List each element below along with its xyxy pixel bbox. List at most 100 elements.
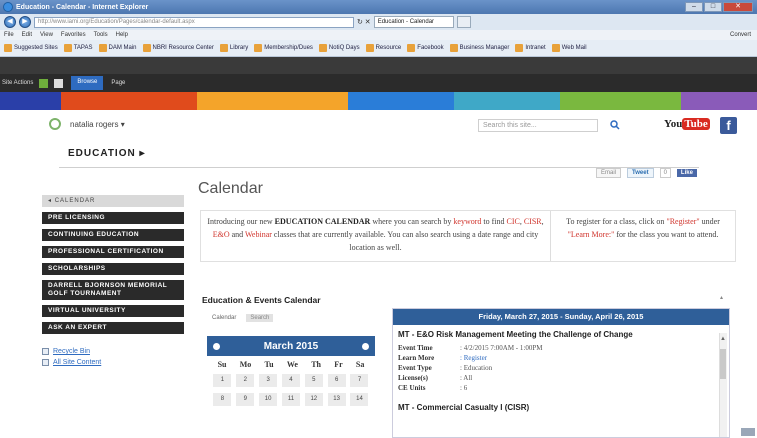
- calendar-header: March 2015: [207, 336, 375, 356]
- calendar-day[interactable]: 9: [236, 393, 255, 406]
- maximize-button[interactable]: □: [704, 2, 722, 12]
- menu-item[interactable]: Edit: [22, 32, 32, 38]
- user-menu[interactable]: natalia rogers ▾: [70, 120, 125, 129]
- calendar-day[interactable]: 7: [350, 374, 369, 387]
- nav-item[interactable]: PRE LICENSING: [42, 212, 184, 224]
- calendar-day[interactable]: 8: [213, 393, 232, 406]
- menu-item[interactable]: Favorites: [61, 32, 86, 38]
- calendar-day[interactable]: 2: [236, 374, 255, 387]
- nav-item[interactable]: CONTINUING EDUCATION: [42, 229, 184, 241]
- menu-item[interactable]: View: [40, 32, 53, 38]
- back-button[interactable]: ◀: [4, 16, 16, 28]
- calendar-day[interactable]: 11: [281, 393, 300, 406]
- minimize-button[interactable]: –: [685, 2, 703, 12]
- user-status-icon: [49, 118, 61, 130]
- all-site-content-link[interactable]: All Site Content: [42, 359, 184, 366]
- nav-calendar-current[interactable]: ◂ CALENDAR: [42, 195, 184, 207]
- favorite-icon: [551, 44, 560, 52]
- prev-month-button[interactable]: [213, 342, 220, 350]
- favorite-label: Suggested Sites: [14, 45, 58, 51]
- favorite-icon: [254, 44, 263, 52]
- favorite-link[interactable]: DAM Main: [98, 44, 137, 52]
- favorite-icon: [142, 44, 151, 52]
- favorite-link[interactable]: Resource: [365, 44, 401, 52]
- favorite-icon: [219, 44, 228, 52]
- nav-item[interactable]: ASK AN EXPERT: [42, 322, 184, 334]
- favorite-label: Intranet: [525, 45, 546, 51]
- register-link[interactable]: : Register: [460, 354, 487, 362]
- tab-page[interactable]: Page: [111, 80, 125, 86]
- scroll-up-icon[interactable]: ▲: [720, 336, 726, 342]
- calendar-day[interactable]: 1: [213, 374, 232, 387]
- browser-titlebar: Education - Calendar - Internet Explorer…: [0, 0, 757, 14]
- intro-search-text: Introducing our new EDUCATION CALENDAR w…: [201, 211, 551, 261]
- favorite-link[interactable]: Intranet: [515, 44, 546, 52]
- new-tab-button[interactable]: [456, 16, 471, 28]
- convert-button[interactable]: Convert: [730, 32, 751, 38]
- all-site-content-label: All Site Content: [53, 359, 102, 366]
- navigate-up-icon[interactable]: [39, 78, 49, 88]
- events-scroll-thumb[interactable]: [720, 349, 726, 379]
- calendar-day[interactable]: 12: [304, 393, 323, 406]
- menu-item[interactable]: Help: [116, 32, 128, 38]
- refresh-icon[interactable]: ↻ ✕: [357, 18, 371, 26]
- tab-browse[interactable]: Browse: [71, 76, 104, 90]
- favorite-link[interactable]: Membership/Dues: [254, 44, 313, 52]
- tab-calendar[interactable]: Calendar: [208, 314, 240, 322]
- event-title[interactable]: MT - Commercial Casualty I (CISR): [393, 393, 729, 412]
- close-button[interactable]: ✕: [723, 2, 753, 12]
- favorite-link[interactable]: Web Mail: [551, 44, 587, 52]
- calendar-day[interactable]: 5: [304, 374, 323, 387]
- calendar-day[interactable]: 10: [259, 393, 278, 406]
- favorite-link[interactable]: Suggested Sites: [4, 44, 58, 52]
- banner-stripe: [454, 92, 561, 110]
- event-detail-row: Event Type: Education: [393, 363, 729, 373]
- calendar-day[interactable]: 3: [259, 374, 278, 387]
- favorite-link[interactable]: Library: [219, 44, 248, 52]
- next-month-button[interactable]: [361, 342, 369, 350]
- banner-stripe: [60, 92, 197, 110]
- events-section-title: Education & Events Calendar: [202, 295, 321, 305]
- calendar-day[interactable]: 4: [281, 374, 300, 387]
- tab-search[interactable]: Search: [246, 314, 274, 322]
- browser-tab[interactable]: Education - Calendar: [373, 16, 454, 28]
- menu-bar: File Edit View Favorites Tools Help Convert: [0, 30, 757, 40]
- site-content-icon: [42, 359, 49, 366]
- nav-item[interactable]: DARRELL BJORNSON MEMORIAL GOLF TOURNAMEN…: [42, 280, 184, 300]
- section-education-menu[interactable]: EDUCATION ▸: [68, 148, 146, 159]
- event-title[interactable]: MT - E&O Risk Management Meeting the Cha…: [393, 325, 729, 343]
- facebook-logo[interactable]: f: [720, 117, 737, 134]
- nav-item[interactable]: SCHOLARSHIPS: [42, 263, 184, 275]
- calendar-day[interactable]: 13: [327, 393, 346, 406]
- facebook-like-button[interactable]: Like: [676, 169, 697, 177]
- zoom-indicator[interactable]: [741, 428, 755, 436]
- edit-page-icon[interactable]: [54, 78, 64, 88]
- calendar-day[interactable]: 6: [327, 374, 346, 387]
- menu-item[interactable]: Tools: [94, 32, 108, 38]
- site-actions-menu[interactable]: Site Actions: [2, 80, 33, 86]
- tweet-button[interactable]: Tweet: [627, 168, 654, 178]
- scroll-up-icon[interactable]: ▴: [720, 294, 723, 301]
- calendar-day[interactable]: 14: [350, 393, 369, 406]
- email-button[interactable]: Email: [596, 168, 622, 178]
- favorite-link[interactable]: NotiQ Days: [318, 44, 360, 52]
- youtube-logo[interactable]: You Tube: [664, 118, 710, 130]
- url-input[interactable]: http://www.iami.org/Education/Pages/cale…: [34, 16, 354, 28]
- search-icon[interactable]: [610, 120, 620, 130]
- favorite-link[interactable]: TAPAS: [63, 44, 93, 52]
- intro-register-text: To register for a class, click on "Regis…: [566, 217, 720, 239]
- recycle-bin-link[interactable]: Recycle Bin: [42, 348, 184, 355]
- tweet-count: 0: [659, 168, 671, 178]
- favorites-bar: Suggested Sites TAPAS DAM Main NBRI Resourc…: [0, 40, 757, 57]
- search-input[interactable]: Search this site...: [478, 119, 598, 132]
- favorite-link[interactable]: Business Manager: [449, 44, 509, 52]
- favorite-link[interactable]: Facebook: [407, 44, 444, 52]
- forward-button[interactable]: ▶: [19, 16, 31, 28]
- favorite-label: TAPAS: [73, 45, 93, 51]
- nav-item[interactable]: PROFESSIONAL CERTIFICATION: [42, 246, 184, 258]
- social-buttons: Email Tweet 0 Like: [596, 168, 697, 178]
- weekday-label: Sa: [355, 360, 365, 369]
- nav-item[interactable]: VIRTUAL UNIVERSITY: [42, 305, 184, 317]
- menu-item[interactable]: File: [4, 32, 14, 38]
- favorite-link[interactable]: NBRI Resource Center: [142, 44, 214, 52]
